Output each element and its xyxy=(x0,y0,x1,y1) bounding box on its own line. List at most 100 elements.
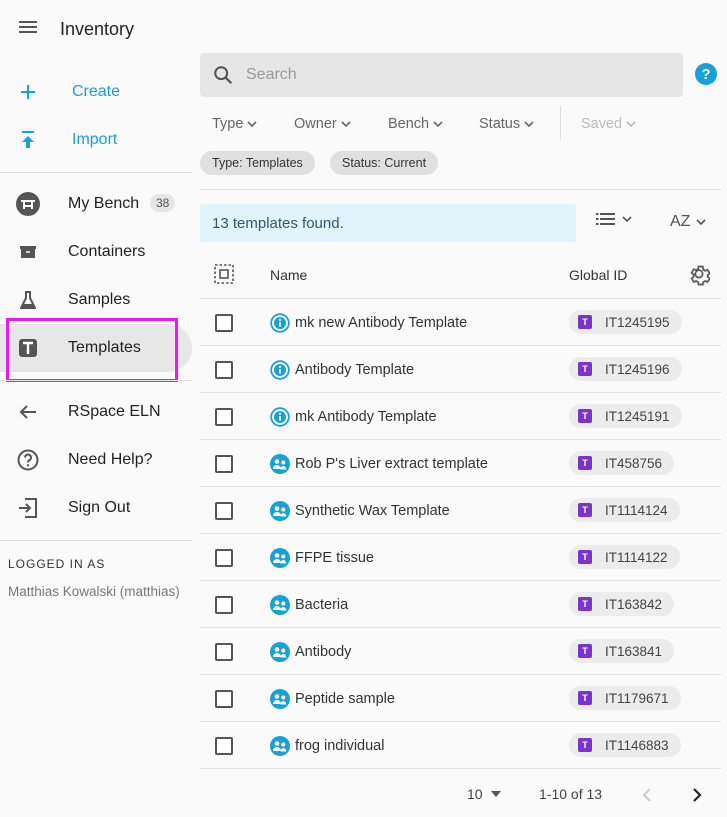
menu-icon[interactable] xyxy=(16,18,42,40)
gear-icon[interactable] xyxy=(688,264,710,286)
type-filter-chip[interactable]: Type: Templates xyxy=(200,151,315,175)
template-name[interactable]: frog individual xyxy=(295,738,384,754)
row-checkbox[interactable] xyxy=(215,455,233,473)
global-id-chip[interactable]: T IT1114124 xyxy=(569,498,680,522)
arrow-left-icon xyxy=(16,400,40,424)
page-size-select[interactable]: 10 xyxy=(467,786,501,802)
table-row[interactable]: FFPE tissue T IT1114122 xyxy=(200,534,721,581)
table-row[interactable]: Antibody T IT163841 xyxy=(200,628,721,675)
sidebar-item-my-bench[interactable]: My Bench 38 xyxy=(0,180,192,228)
next-page-icon[interactable] xyxy=(686,785,706,805)
upload-icon xyxy=(16,128,40,152)
bench-filter-label: Bench xyxy=(388,116,430,132)
import-button[interactable]: Import xyxy=(0,116,192,164)
global-id-chip[interactable]: T IT458756 xyxy=(569,451,675,475)
sidebar-item-label: Sign Out xyxy=(68,499,131,516)
template-name[interactable]: Bacteria xyxy=(295,597,348,613)
filter-separator xyxy=(560,106,561,140)
pagination-range: 1-10 of 13 xyxy=(539,786,603,802)
global-id-chip[interactable]: T IT1179671 xyxy=(569,686,681,710)
template-icon xyxy=(16,336,40,360)
global-id-chip[interactable]: T IT163841 xyxy=(569,639,675,663)
template-name[interactable]: FFPE tissue xyxy=(295,550,374,566)
template-type-badge: T xyxy=(578,644,592,658)
row-checkbox[interactable] xyxy=(215,643,233,661)
row-checkbox[interactable] xyxy=(215,549,233,567)
sidebar-item-samples[interactable]: Samples xyxy=(0,276,192,324)
previous-page-icon[interactable] xyxy=(638,785,658,805)
template-name[interactable]: Antibody xyxy=(295,644,351,660)
template-name[interactable]: mk Antibody Template xyxy=(295,409,437,425)
row-checkbox[interactable] xyxy=(215,596,233,614)
table-row[interactable]: Rob P's Liver extract template T IT458756 xyxy=(200,440,721,487)
row-checkbox[interactable] xyxy=(215,690,233,708)
group-icon xyxy=(270,595,290,615)
table-row[interactable]: Synthetic Wax Template T IT1114124 xyxy=(200,487,721,534)
template-name[interactable]: Rob P's Liver extract template xyxy=(295,456,488,472)
template-name[interactable]: mk new Antibody Template xyxy=(295,315,467,331)
global-id-chip[interactable]: T IT1114122 xyxy=(569,545,680,569)
status-filter[interactable]: Status xyxy=(479,116,534,132)
select-all-icon[interactable] xyxy=(214,264,234,284)
search-bar[interactable] xyxy=(200,53,683,97)
info-icon xyxy=(270,313,290,333)
table-row[interactable]: mk new Antibody Template T IT1245195 xyxy=(200,299,721,346)
row-checkbox[interactable] xyxy=(215,408,233,426)
global-id-chip[interactable]: T IT1245196 xyxy=(569,357,682,381)
owner-filter[interactable]: Owner xyxy=(294,116,351,132)
template-type-badge: T xyxy=(578,597,592,611)
template-type-badge: T xyxy=(578,503,592,517)
global-id-chip[interactable]: T IT163842 xyxy=(569,592,675,616)
help-circle-icon xyxy=(16,448,40,472)
flask-icon xyxy=(16,288,40,312)
saved-filter[interactable]: Saved xyxy=(581,116,636,132)
template-name[interactable]: Antibody Template xyxy=(295,362,414,378)
table-row[interactable]: Peptide sample T IT1179671 xyxy=(200,675,721,722)
template-name[interactable]: Peptide sample xyxy=(295,691,395,707)
row-checkbox[interactable] xyxy=(215,314,233,332)
bench-count-badge: 38 xyxy=(150,194,176,212)
saved-filter-label: Saved xyxy=(581,116,623,132)
row-checkbox[interactable] xyxy=(215,737,233,755)
sidebar-item-rspace-eln[interactable]: RSpace ELN xyxy=(0,388,192,436)
sidebar-item-templates[interactable]: Templates xyxy=(0,324,192,372)
divider xyxy=(0,540,192,541)
sidebar-item-need-help[interactable]: Need Help? xyxy=(0,436,192,484)
sidebar-item-sign-out[interactable]: Sign Out xyxy=(0,484,192,532)
row-checkbox[interactable] xyxy=(215,361,233,379)
status-filter-chip[interactable]: Status: Current xyxy=(330,151,439,175)
type-filter-label: Type xyxy=(212,116,244,132)
search-input[interactable] xyxy=(246,66,646,84)
table-row[interactable]: Antibody Template T IT1245196 xyxy=(200,346,721,393)
global-id-chip[interactable]: T IT1245195 xyxy=(569,310,682,334)
sign-out-icon xyxy=(16,496,40,520)
table-row[interactable]: frog individual T IT1146883 xyxy=(200,722,721,769)
row-checkbox[interactable] xyxy=(215,502,233,520)
column-header-global-id[interactable]: Global ID xyxy=(569,267,627,283)
template-type-badge: T xyxy=(578,691,592,705)
table-row[interactable]: Bacteria T IT163842 xyxy=(200,581,721,628)
global-id: IT1245195 xyxy=(605,314,670,330)
chevron-down-icon xyxy=(696,219,707,225)
view-mode-button[interactable] xyxy=(596,212,632,226)
global-id: IT458756 xyxy=(605,455,663,471)
info-icon xyxy=(270,407,290,427)
help-icon[interactable]: ? xyxy=(695,63,717,85)
table-row[interactable]: mk Antibody Template T IT1245191 xyxy=(200,393,721,440)
global-id-chip[interactable]: T IT1146883 xyxy=(569,733,681,757)
template-type-badge: T xyxy=(578,456,592,470)
global-id-chip[interactable]: T IT1245191 xyxy=(569,404,682,428)
sort-button[interactable]: AZ xyxy=(670,213,707,231)
import-label: Import xyxy=(72,131,118,148)
sidebar-item-label: Need Help? xyxy=(68,451,153,468)
logged-in-label: LOGGED IN AS xyxy=(8,557,106,571)
chevron-down-icon xyxy=(524,121,534,127)
create-button[interactable]: Create xyxy=(0,68,192,116)
bench-filter[interactable]: Bench xyxy=(388,116,443,132)
column-header-name[interactable]: Name xyxy=(270,267,307,283)
template-name[interactable]: Synthetic Wax Template xyxy=(295,503,450,519)
type-filter[interactable]: Type xyxy=(212,116,258,132)
sidebar-item-containers[interactable]: Containers xyxy=(0,228,192,276)
global-id: IT1179671 xyxy=(605,690,669,706)
bench-icon xyxy=(16,192,40,216)
